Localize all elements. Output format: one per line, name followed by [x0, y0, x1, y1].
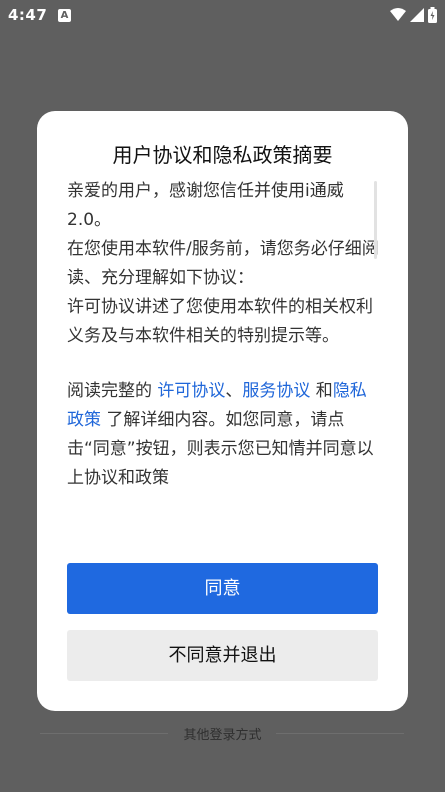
- read-suffix: 了解详细内容。如您同意，请点击“同意”按钮，则表示您已知情并同意以上协议和政策: [67, 410, 374, 488]
- read-full-paragraph: 阅读完整的 许可协议、服务协议 和隐私政策 了解详细内容。如您同意，请点击“同意…: [67, 377, 379, 493]
- agree-button[interactable]: 同意: [67, 563, 378, 614]
- agreement-text[interactable]: 亲爱的用户，感谢您信任并使用i通威2.0。 在您使用本软件/服务前，请您务必仔细…: [67, 177, 379, 559]
- license-summary-paragraph: 许可协议讲述了您使用本软件的相关权利义务及与本软件相关的特别提示等。: [67, 297, 373, 346]
- license-agreement-link[interactable]: 许可协议: [157, 381, 225, 401]
- service-agreement-link[interactable]: 服务协议: [242, 381, 310, 401]
- status-time: 4:47: [8, 6, 48, 24]
- other-login-area: 其他登录方式: [0, 716, 445, 750]
- status-icons: [390, 6, 437, 24]
- dialog-title: 用户协议和隐私政策摘要: [112, 143, 333, 167]
- instruction-paragraph: 在您使用本软件/服务前，请您务必仔细阅读、充分理解如下协议：: [67, 239, 379, 288]
- wifi-icon: [390, 8, 406, 21]
- read-prefix: 阅读完整的: [67, 381, 158, 401]
- and-text: 和: [310, 381, 333, 401]
- battery-icon: [428, 7, 437, 23]
- status-bar: 4:47 A: [0, 0, 445, 32]
- greeting-paragraph: 亲爱的用户，感谢您信任并使用i通威2.0。: [67, 181, 344, 230]
- agreement-dialog: 用户协议和隐私政策摘要 亲爱的用户，感谢您信任并使用i通威2.0。 在您使用本软…: [37, 111, 408, 711]
- disagree-exit-button[interactable]: 不同意并退出: [67, 630, 378, 681]
- scrollbar-thumb[interactable]: [374, 181, 377, 259]
- notification-icon: A: [58, 9, 71, 22]
- separator-text: 、: [225, 381, 243, 401]
- divider-line: [276, 733, 404, 734]
- signal-icon: [410, 8, 424, 22]
